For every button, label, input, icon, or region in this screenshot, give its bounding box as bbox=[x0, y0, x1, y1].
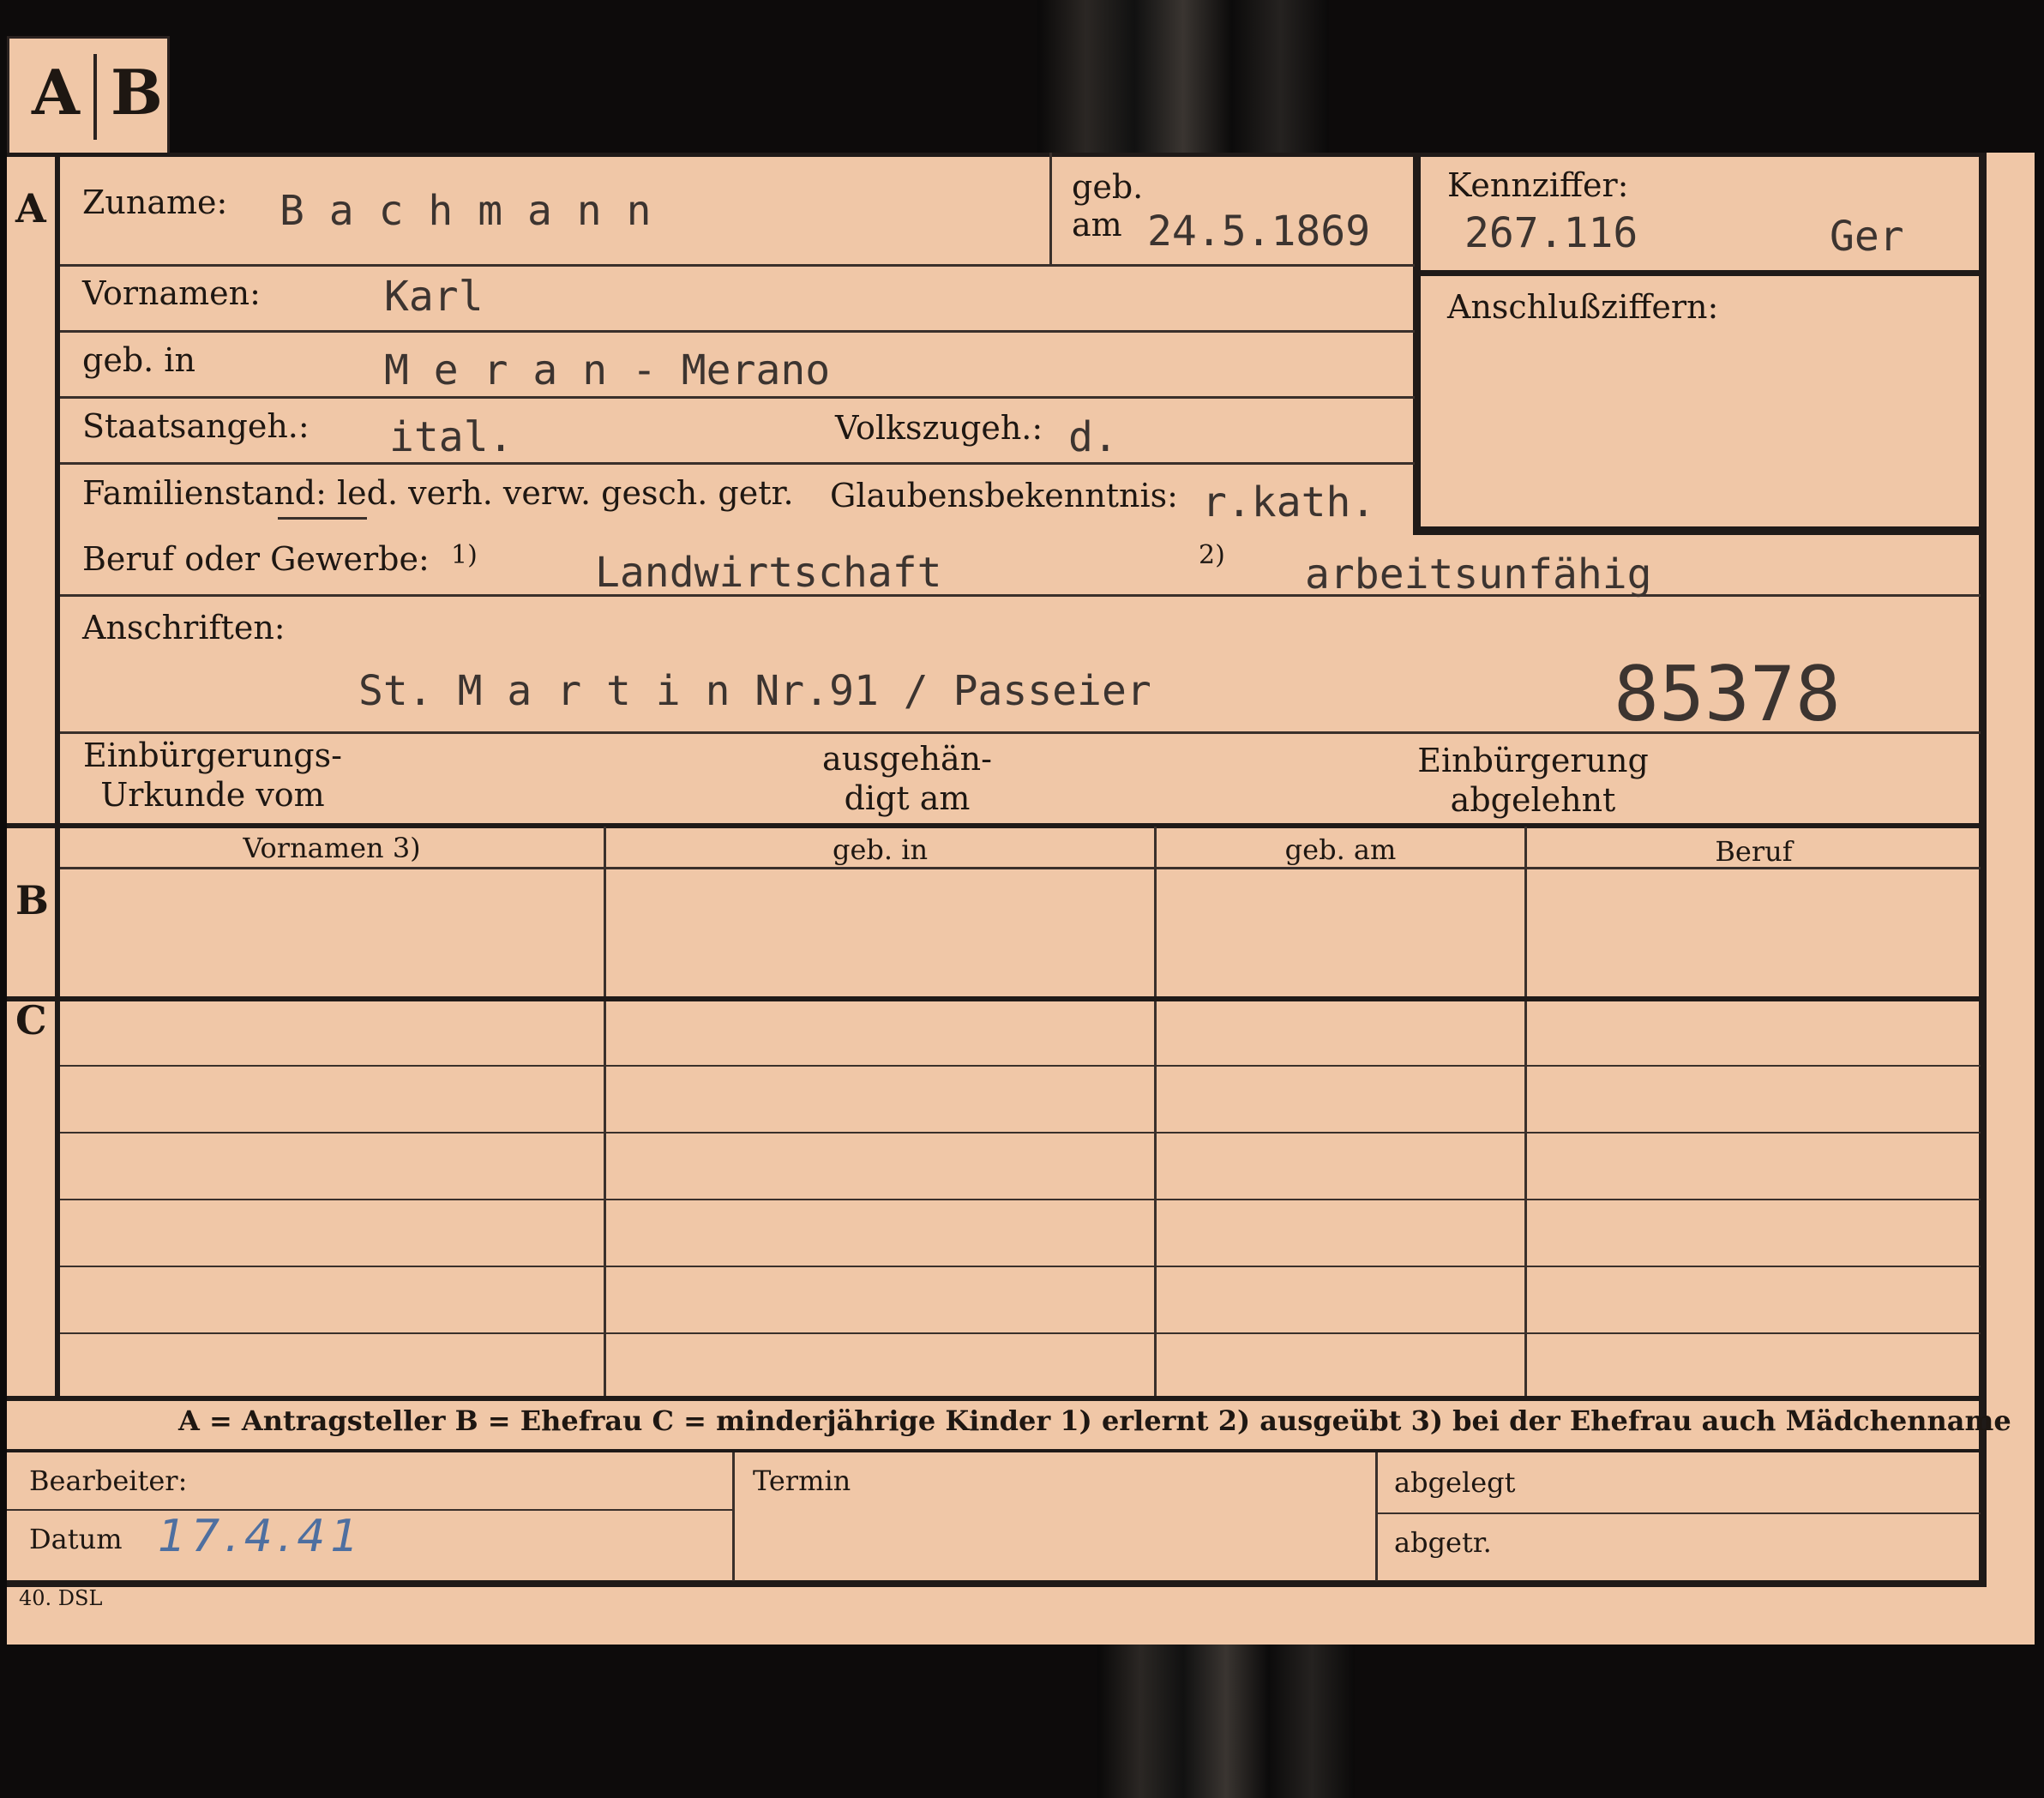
occupation-label: Beruf oder Gewerbe: bbox=[82, 540, 430, 578]
col-header-birthplace: geb. in bbox=[832, 833, 929, 866]
row-line-1 bbox=[60, 264, 1415, 267]
date-value-handwritten: 17.4.41 bbox=[158, 1511, 364, 1562]
col-header-birthdate: geb. am bbox=[1284, 833, 1397, 866]
section-letter-c: C bbox=[15, 997, 47, 1043]
legend: A = Antragsteller B = Ehefrau C = minder… bbox=[178, 1404, 2011, 1437]
scanner-strip-top bbox=[1037, 0, 1329, 154]
stamp-number: 85378 bbox=[1614, 650, 1841, 738]
section-a-bottom bbox=[7, 823, 1981, 828]
kennziffer-code: Ger bbox=[1830, 213, 1904, 261]
admin-col-line-1 bbox=[732, 1452, 735, 1581]
religion-label: Glaubensbekenntnis: bbox=[830, 477, 1178, 514]
handed-over-label: ausgehän- digt am bbox=[822, 740, 992, 817]
ethnicity-value: d. bbox=[1068, 413, 1118, 461]
record-card: A B C Zuname: B a c h m a n n geb. am 24… bbox=[7, 153, 2035, 1645]
section-letter-a: A bbox=[15, 185, 46, 232]
table-col-line-1 bbox=[604, 827, 606, 1396]
born-date-value: 24.5.1869 bbox=[1147, 207, 1371, 256]
citizenship-value: ital. bbox=[389, 413, 514, 461]
frame-top bbox=[7, 153, 1985, 157]
section-letter-b: B bbox=[15, 877, 49, 923]
appointment-label: Termin bbox=[753, 1464, 851, 1497]
section-b-bottom bbox=[7, 996, 1981, 1001]
address-value: St. M a r t i n Nr.91 / Passeier bbox=[358, 667, 1151, 715]
frame-bottom bbox=[7, 1580, 1987, 1587]
born-label-am: am bbox=[1072, 206, 1122, 244]
date-label: Datum bbox=[29, 1523, 123, 1555]
first-names-value: Karl bbox=[384, 273, 484, 321]
footnote-1-marker: 1) bbox=[451, 540, 478, 570]
clerk-label: Bearbeiter: bbox=[29, 1464, 188, 1497]
citizenship-label: Staatsangeh.: bbox=[82, 407, 310, 445]
c-row-line-1 bbox=[60, 1065, 1981, 1067]
col-header-first-names: Vornamen 3) bbox=[243, 832, 421, 864]
table-col-line-2 bbox=[1154, 827, 1157, 1396]
filed-label: abgelegt bbox=[1394, 1466, 1516, 1499]
print-mark: 40. DSL bbox=[19, 1586, 103, 1610]
c-row-line-2 bbox=[60, 1132, 1981, 1134]
kennziffer-box-bottom bbox=[1413, 526, 1984, 535]
anschluss-label: Anschlußziffern: bbox=[1447, 288, 1719, 326]
footnote-2-marker: 2) bbox=[1199, 540, 1225, 570]
born-divider bbox=[1049, 153, 1052, 264]
occupation-learned-value: Landwirtschaft bbox=[595, 549, 942, 597]
index-tab: A B bbox=[7, 36, 170, 154]
born-label-geb: geb. bbox=[1072, 168, 1144, 206]
kennziffer-box-left bbox=[1413, 153, 1421, 534]
birthplace-value: M e r a n - Merano bbox=[384, 346, 831, 394]
row-line-3 bbox=[60, 396, 1415, 399]
c-row-line-5 bbox=[60, 1332, 1981, 1334]
c-row-line-3 bbox=[60, 1199, 1981, 1200]
row-line-2 bbox=[60, 330, 1415, 333]
scanner-strip-bottom bbox=[1097, 1642, 1355, 1798]
row-line-4 bbox=[60, 462, 1415, 465]
section-column-line bbox=[55, 153, 60, 1396]
ethnicity-label: Volkszugeh.: bbox=[835, 409, 1043, 447]
address-label: Anschriften: bbox=[82, 609, 286, 646]
tab-letter-b: B bbox=[111, 56, 163, 129]
naturalization-document-label: Einbürgerungs- Urkunde vom bbox=[83, 737, 342, 814]
legend-bottom bbox=[7, 1449, 1981, 1452]
col-header-occupation: Beruf bbox=[1715, 835, 1793, 868]
frame-right bbox=[1979, 153, 1987, 1587]
c-row-line-4 bbox=[60, 1266, 1981, 1267]
kennziffer-label: Kennziffer: bbox=[1447, 166, 1629, 204]
tab-letter-a: A bbox=[32, 56, 80, 129]
family-status-label: Familienstand: led. verh. verw. gesch. g… bbox=[82, 474, 794, 512]
kennziffer-value: 267.116 bbox=[1464, 209, 1638, 257]
first-names-label: Vornamen: bbox=[82, 274, 261, 312]
naturalization-denied-label: Einbürgerung abgelehnt bbox=[1417, 742, 1649, 819]
surname-label: Zuname: bbox=[82, 183, 228, 221]
section-c-bottom bbox=[7, 1396, 1981, 1401]
kennziffer-box-divider bbox=[1413, 270, 1984, 276]
occupation-practised-value: arbeitsunfähig bbox=[1305, 550, 1652, 598]
religion-value: r.kath. bbox=[1202, 478, 1376, 526]
birthplace-label: geb. in bbox=[82, 341, 195, 379]
admin-col-line-2 bbox=[1375, 1452, 1378, 1581]
surname-value: B a c h m a n n bbox=[280, 187, 652, 235]
table-col-line-3 bbox=[1524, 827, 1527, 1396]
sent-label: abgetr. bbox=[1394, 1526, 1492, 1559]
admin-row-line-left bbox=[7, 1509, 732, 1511]
admin-row-line-right bbox=[1375, 1512, 1981, 1514]
row-line-5 bbox=[60, 594, 1981, 597]
family-status-underline bbox=[278, 517, 367, 520]
tab-divider bbox=[93, 54, 97, 140]
